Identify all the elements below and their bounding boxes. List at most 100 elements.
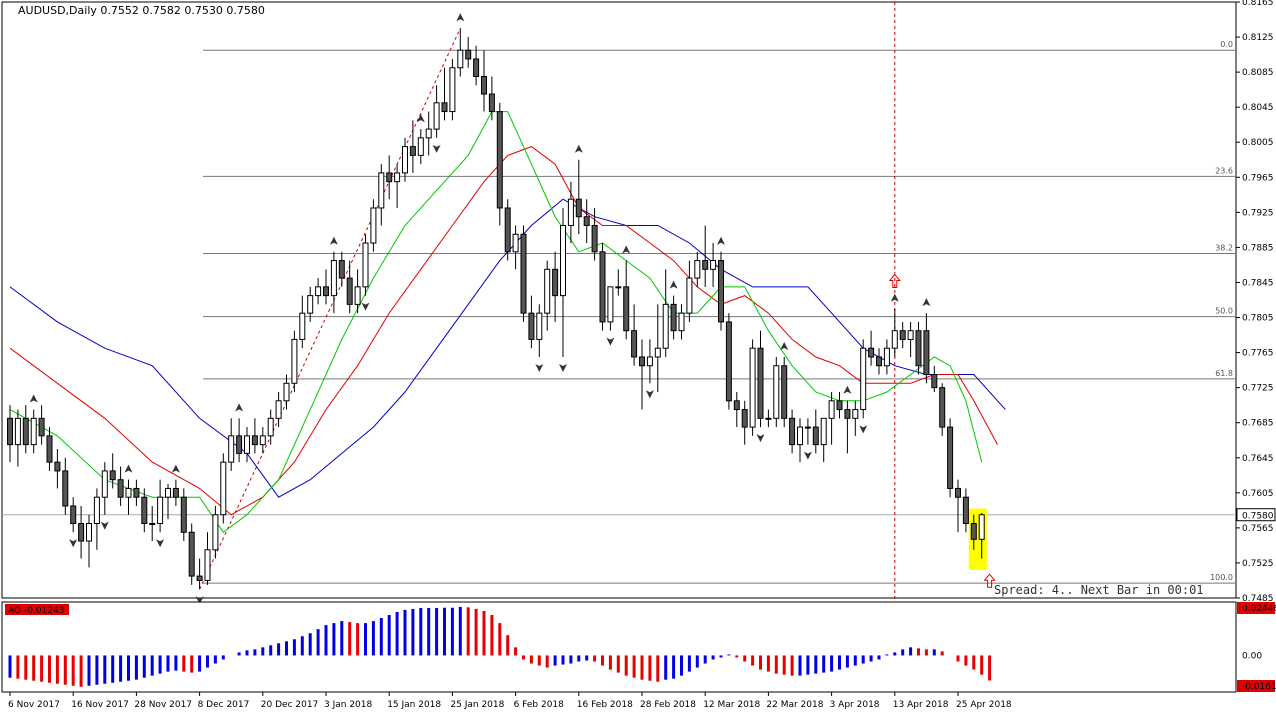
candle-body xyxy=(583,216,590,226)
candle-body xyxy=(678,312,685,332)
candle-body xyxy=(654,347,661,358)
candle xyxy=(725,313,732,410)
date-tick-label: 6 Nov 2017 xyxy=(8,700,60,710)
candle-body xyxy=(267,417,274,437)
candle-body xyxy=(204,549,211,581)
candle-body xyxy=(275,400,282,419)
candle-body xyxy=(86,523,92,542)
candle xyxy=(947,418,954,498)
candle-body xyxy=(283,382,290,402)
candle-body xyxy=(228,435,235,463)
candle-body xyxy=(891,330,898,349)
candle-body xyxy=(915,330,922,367)
candle-body xyxy=(386,172,393,183)
candle-body xyxy=(599,251,606,323)
candle-body xyxy=(536,312,543,340)
candle-body xyxy=(591,225,598,253)
candle-body xyxy=(117,479,124,498)
price-tick-label: 0.7965 xyxy=(1242,173,1274,183)
date-tick-label: 25 Jan 2018 xyxy=(450,700,504,710)
candle xyxy=(749,339,756,436)
candle-body xyxy=(315,286,322,297)
date-tick-label: 20 Dec 2017 xyxy=(261,700,319,710)
candle-body xyxy=(330,260,337,297)
candle-body xyxy=(244,435,250,454)
candle-body xyxy=(607,286,614,323)
spread-status: Spread: 4.. Next Bar in 00:01 xyxy=(994,583,1204,597)
candle-body xyxy=(567,198,574,227)
candle-body xyxy=(860,347,867,411)
price-tick-label: 0.7765 xyxy=(1242,349,1274,359)
ao-frame xyxy=(1,601,1237,693)
candle xyxy=(718,251,724,331)
candle-body xyxy=(694,260,701,279)
fib-level-label: 0.0 xyxy=(1220,40,1233,49)
date-tick-label: 15 Jan 2018 xyxy=(387,700,441,710)
candle-body xyxy=(157,496,164,524)
candle-body xyxy=(133,487,140,498)
candle-body xyxy=(172,487,179,498)
candle-body xyxy=(560,225,566,297)
fib-level-label: 61.8 xyxy=(1215,369,1233,378)
candle-body xyxy=(702,260,709,270)
date-tick-label: 3 Jan 2018 xyxy=(324,700,372,710)
candle xyxy=(188,523,195,585)
candle-body xyxy=(876,356,882,367)
candle-body xyxy=(402,146,408,174)
candle-body xyxy=(259,435,266,446)
candle-body xyxy=(670,303,677,332)
candle-body xyxy=(433,102,440,130)
candle-body xyxy=(820,417,827,446)
candle xyxy=(504,199,511,261)
price-tick-label: 0.7725 xyxy=(1242,384,1274,394)
date-tick-label: 16 Nov 2017 xyxy=(71,700,129,710)
date-tick-label: 13 Apr 2018 xyxy=(893,700,949,710)
candle-body xyxy=(781,365,788,419)
candle-body xyxy=(362,242,369,288)
candle-body xyxy=(544,268,551,314)
date-tick-label: 16 Feb 2018 xyxy=(577,700,633,710)
date-tick-label: 22 Mar 2018 xyxy=(766,700,823,710)
price-tick-label: 0.8005 xyxy=(1242,138,1274,148)
fib-level-label: 100.0 xyxy=(1210,573,1233,582)
candle-body xyxy=(14,417,21,446)
candle-body xyxy=(907,330,914,340)
candle-body xyxy=(220,461,227,516)
candle-body xyxy=(623,286,630,332)
date-tick-label: 28 Feb 2018 xyxy=(640,700,696,710)
ao-axis-label: 0.02446 xyxy=(1242,604,1276,614)
price-tick-label: 0.8165 xyxy=(1242,0,1274,8)
candle-body xyxy=(978,514,985,540)
candle-body xyxy=(520,233,527,314)
ao-label: AO -0.01243 xyxy=(8,606,64,616)
candle-body xyxy=(710,260,717,270)
candle xyxy=(860,339,867,419)
candle xyxy=(520,225,527,322)
candle xyxy=(599,243,606,331)
candle-body xyxy=(370,207,377,244)
candle-body xyxy=(631,330,638,358)
candle-body xyxy=(473,58,480,77)
candle-body xyxy=(354,286,361,305)
price-tick-label: 0.7885 xyxy=(1242,243,1274,253)
candle-body xyxy=(844,409,851,419)
candle xyxy=(449,58,456,121)
candle-body xyxy=(512,233,519,253)
main-frame xyxy=(1,1,1237,599)
candle-body xyxy=(931,374,938,389)
price-tick-label: 0.7565 xyxy=(1242,524,1274,534)
candle-body xyxy=(883,347,890,367)
current-price-label: 0.7580 xyxy=(1242,512,1274,522)
candle-body xyxy=(299,312,306,340)
candle-body xyxy=(828,400,835,419)
candle-body xyxy=(378,172,385,209)
price-tick-label: 0.7485 xyxy=(1242,594,1274,604)
candle-body xyxy=(30,417,37,446)
price-tick-label: 0.7925 xyxy=(1242,208,1274,218)
price-tick-label: 0.7605 xyxy=(1242,489,1274,499)
candle-body xyxy=(765,417,772,420)
candle-body xyxy=(251,435,258,446)
price-tick-label: 0.8085 xyxy=(1242,68,1274,78)
candle-body xyxy=(22,417,29,446)
candle-body xyxy=(125,487,132,498)
